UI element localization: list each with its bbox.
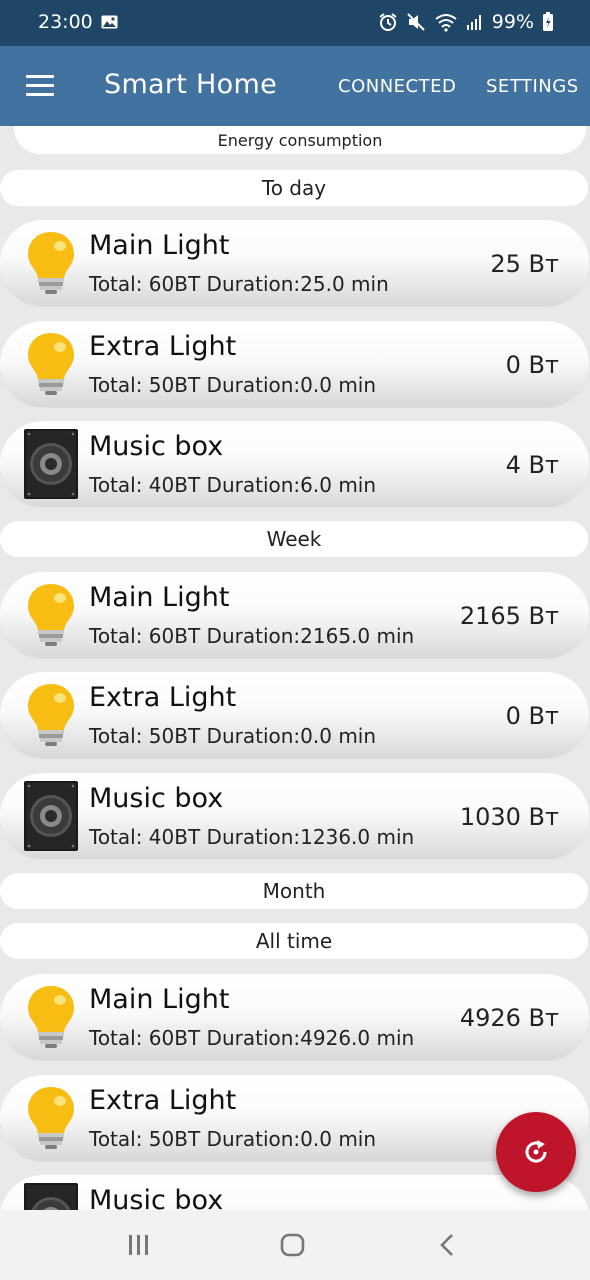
home-icon[interactable] <box>280 1232 306 1258</box>
device-card-main-light[interactable]: Main Light Total: 60BT Duration:25.0 min… <box>0 220 589 306</box>
settings-button[interactable]: SETTINGS <box>486 76 579 97</box>
device-card-extra-light[interactable]: Extra Light Total: 50BT Duration:0.0 min… <box>0 321 589 407</box>
recent-apps-icon[interactable] <box>127 1232 151 1258</box>
device-name: Music box <box>89 1185 224 1210</box>
mute-icon <box>407 13 425 31</box>
app-title: Smart Home <box>104 69 277 100</box>
bulb-icon <box>28 584 74 646</box>
device-card-music-box[interactable]: Music box Total: 40BT Duration:6.0 min 4… <box>0 421 589 507</box>
device-detail: Total: 50BT Duration:0.0 min <box>89 1127 377 1151</box>
energy-header-title: Energy consumption <box>217 131 383 150</box>
battery-icon <box>543 12 553 31</box>
speaker-icon <box>24 429 78 499</box>
device-name: Extra Light <box>89 1085 237 1116</box>
device-detail: Total: 60BT Duration:25.0 min <box>89 272 389 296</box>
signal-icon <box>466 15 481 30</box>
status-time: 23:00 <box>38 11 93 33</box>
device-power: 4926 Вт <box>459 1004 559 1032</box>
device-name: Extra Light <box>89 682 237 713</box>
speaker-icon <box>24 781 78 851</box>
bulb-icon <box>28 232 74 294</box>
device-detail: Total: 40BT Duration:6.0 min <box>89 473 377 497</box>
energy-list[interactable]: Energy consumption To day Main Light Tot… <box>0 126 590 1210</box>
device-power: 25 Вт <box>490 250 559 278</box>
back-icon[interactable] <box>437 1232 457 1258</box>
device-power: 0 Вт <box>505 351 559 379</box>
bulb-icon <box>28 986 74 1048</box>
device-power: 1030 Вт <box>459 803 559 831</box>
device-power: 4 Вт <box>505 451 559 479</box>
device-name: Extra Light <box>89 331 237 362</box>
gallery-notification-icon <box>101 15 118 29</box>
device-card-music-box[interactable]: Music box <box>0 1175 589 1210</box>
alarm-icon <box>379 13 397 31</box>
device-power: 2165 Вт <box>459 602 559 630</box>
section-header-all-time: All time <box>0 923 588 959</box>
wifi-icon <box>435 14 457 32</box>
refresh-fab[interactable] <box>496 1112 576 1192</box>
app-bar: Smart Home CONNECTED SETTINGS <box>0 46 590 126</box>
device-name: Music box <box>89 783 224 814</box>
battery-level: 99% <box>491 11 534 33</box>
bulb-icon <box>28 684 74 746</box>
device-detail: Total: 40BT Duration:1236.0 min <box>89 825 415 849</box>
device-name: Main Light <box>89 582 230 613</box>
device-name: Music box <box>89 431 224 462</box>
section-header-week: Week <box>0 521 588 557</box>
device-card-music-box[interactable]: Music box Total: 40BT Duration:1236.0 mi… <box>0 773 589 859</box>
connected-button[interactable]: CONNECTED <box>338 76 456 97</box>
bulb-icon <box>28 333 74 395</box>
device-card-extra-light[interactable]: Extra Light Total: 50BT Duration:0.0 min… <box>0 672 589 758</box>
refresh-icon <box>525 1140 547 1163</box>
device-card-main-light[interactable]: Main Light Total: 60BT Duration:2165.0 m… <box>0 572 589 658</box>
menu-icon[interactable] <box>26 75 54 96</box>
system-nav-bar <box>0 1210 590 1280</box>
device-detail: Total: 50BT Duration:0.0 min <box>89 724 377 748</box>
device-power: 0 Вт <box>505 702 559 730</box>
device-name: Main Light <box>89 230 230 261</box>
status-bar: 23:00 99% <box>0 0 590 46</box>
bulb-icon <box>28 1087 74 1149</box>
device-detail: Total: 60BT Duration:2165.0 min <box>89 624 415 648</box>
speaker-icon <box>24 1183 78 1210</box>
device-name: Main Light <box>89 984 230 1015</box>
section-header-month: Month <box>0 873 588 909</box>
status-indicators: 99% <box>378 11 554 33</box>
section-header-today: To day <box>0 170 588 206</box>
energy-header: Energy consumption <box>14 126 586 154</box>
device-detail: Total: 50BT Duration:0.0 min <box>89 373 377 397</box>
device-card-main-light[interactable]: Main Light Total: 60BT Duration:4926.0 m… <box>0 974 589 1060</box>
device-detail: Total: 60BT Duration:4926.0 min <box>89 1026 415 1050</box>
